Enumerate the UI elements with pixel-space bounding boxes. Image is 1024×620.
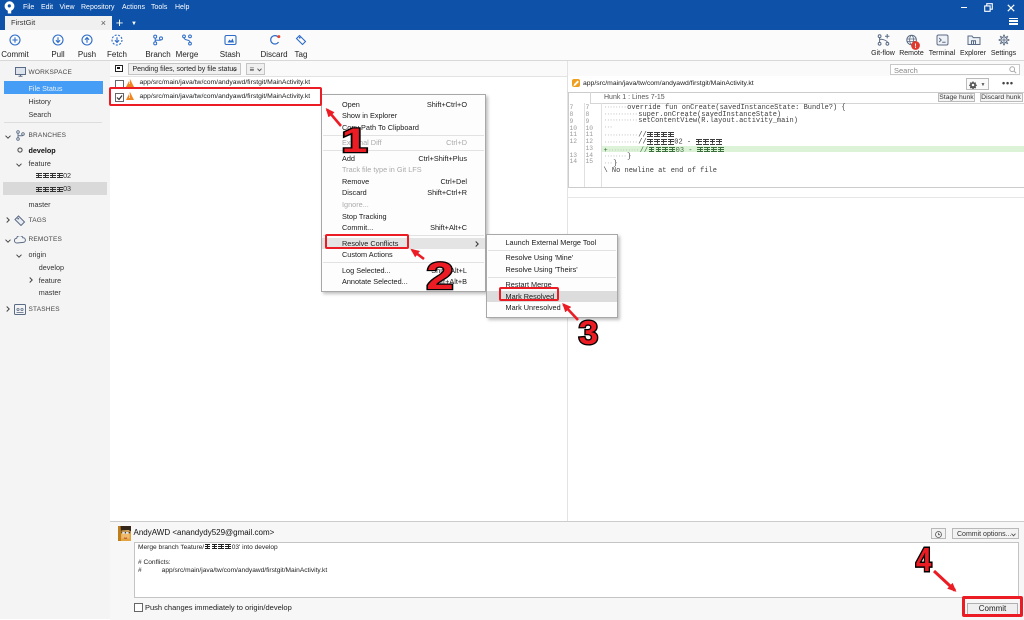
svg-text:!: ! xyxy=(914,42,916,49)
svg-text:3: 3 xyxy=(579,315,599,352)
